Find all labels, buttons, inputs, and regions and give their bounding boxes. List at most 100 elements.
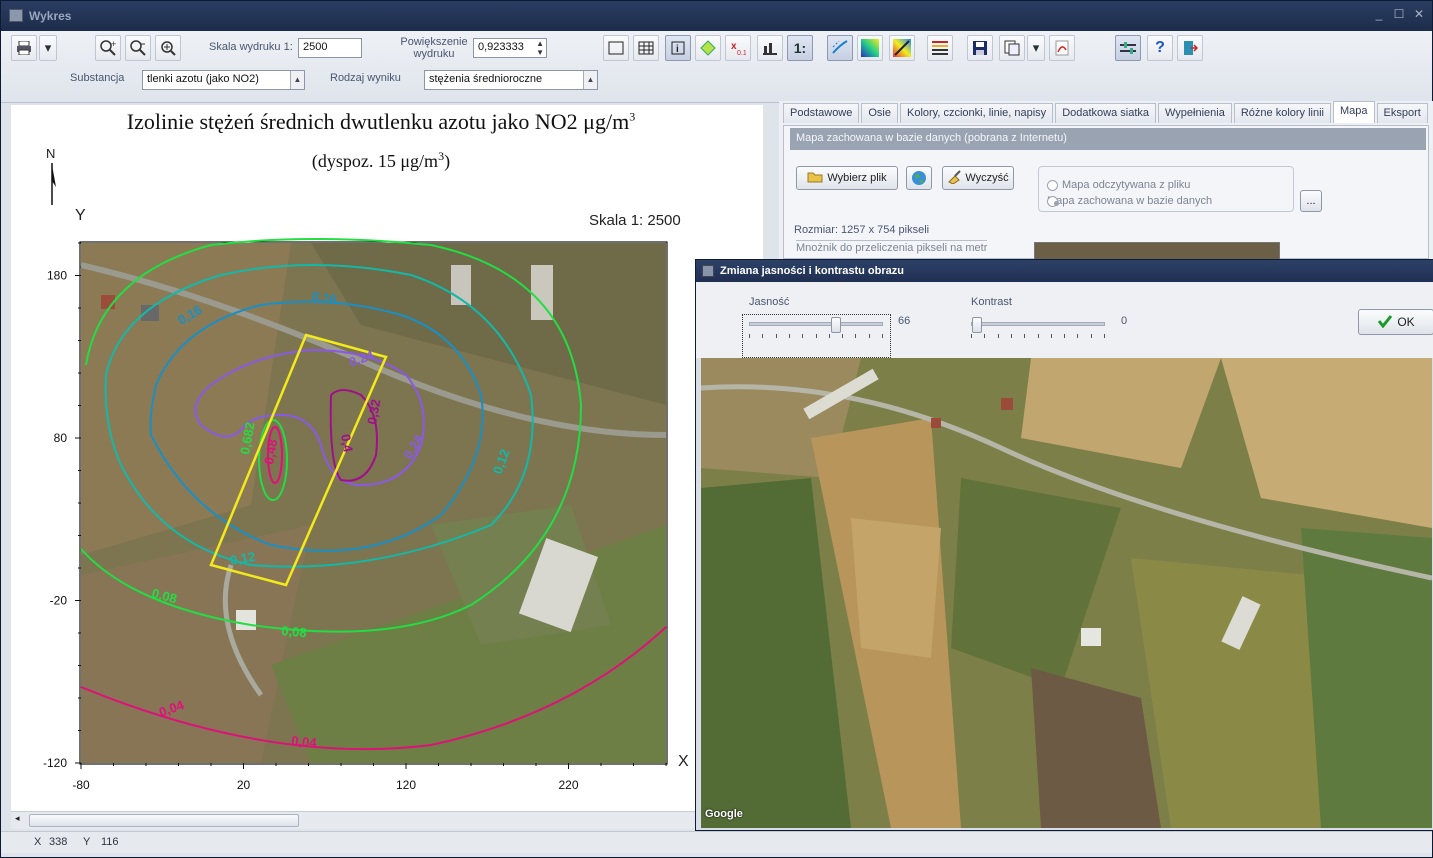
tab-kolory-czcionki-linie-napisy[interactable]: Kolory, czcionki, linie, napisy (900, 103, 1054, 123)
choose-file-button[interactable]: Wybierz plik (796, 166, 898, 190)
substancja-select[interactable]: tlenki azotu (jako NO2) ▲ (142, 70, 305, 90)
isoline-label: 0,08 (281, 623, 308, 640)
scrollbar-thumb[interactable] (29, 814, 299, 827)
dialog-controls: Jasność 66 Kontrast 0 OK (696, 282, 1433, 358)
dialog-title-bar[interactable]: Zmiana jasności i kontrastu obrazu (696, 260, 1433, 282)
contour-chart[interactable]: -80 20 120 22018080-20-120 0,040,080,120,16… (11, 105, 763, 811)
slider-tick (816, 334, 817, 338)
zoom-in-icon[interactable]: + (95, 35, 121, 61)
max-value-icon[interactable]: x0.12 (725, 35, 751, 61)
frame-icon[interactable] (603, 35, 629, 61)
settings-panel: Podstawowe Osie Kolory, czcionki, linie, n… (779, 101, 1433, 261)
checkmark-icon (1377, 314, 1393, 331)
zoom-out-icon[interactable] (125, 35, 151, 61)
horizontal-scrollbar[interactable]: ◂ (11, 811, 763, 829)
main-window: Wykres _ ☐ ✕ ▾ + Skala wydruku 1: 2500 P… (0, 0, 1433, 858)
contrast-slider-thumb[interactable] (972, 317, 982, 333)
fill-lines-icon[interactable] (889, 35, 915, 61)
fill-gradient-icon[interactable] (857, 35, 883, 61)
multiplier-label: Mnożnik do przeliczenia pikseli na metr (796, 240, 988, 254)
slider-tick (855, 334, 856, 338)
contrast-value: 0 (1121, 315, 1128, 327)
scroll-left-icon[interactable]: ◂ (15, 813, 20, 824)
emitter-icon[interactable] (757, 35, 783, 61)
status-y-label: Y (83, 836, 91, 848)
radio-map-from-db[interactable]: Mapa zachowana w bazie danych (1047, 195, 1212, 207)
tab-wype-nienia[interactable]: Wypełnienia (1158, 103, 1232, 123)
save-icon[interactable] (967, 35, 993, 61)
copy-menu-chevron-down-icon[interactable]: ▾ (1027, 35, 1045, 61)
radio-selected-icon (1047, 195, 1058, 207)
grid-icon[interactable] (633, 35, 659, 61)
rodzaj-select[interactable]: stężenia średnioroczne ▲ (424, 70, 598, 90)
legend-icon[interactable] (927, 35, 953, 61)
pdf-icon[interactable] (1049, 35, 1075, 61)
clear-button[interactable]: Wyczyść (942, 166, 1014, 190)
help-icon[interactable]: ? (1147, 35, 1173, 61)
chevron-down-icon: ▲ (290, 71, 304, 89)
tab-podstawowe[interactable]: Podstawowe (783, 103, 860, 123)
x-tick-label: 120 (396, 778, 416, 792)
brightness-contrast-dialog: Zmiana jasności i kontrastu obrazu Jasno… (695, 259, 1433, 831)
contour-labels-icon[interactable] (695, 35, 721, 61)
slider-tick (842, 334, 843, 338)
ok-button[interactable]: OK (1358, 309, 1433, 335)
exit-icon[interactable] (1177, 35, 1203, 61)
print-menu-chevron-down-icon[interactable]: ▾ (39, 35, 57, 61)
y-tick-label: -20 (50, 594, 68, 608)
x-tick-label: 20 (237, 778, 251, 792)
radio-map-from-file[interactable]: Mapa odczytywana z pliku (1047, 179, 1190, 191)
contrast-label: Kontrast (971, 296, 1012, 308)
slider-tick (1051, 334, 1052, 338)
maximize-button[interactable]: ☐ (1392, 7, 1406, 21)
clear-label: Wyczyść (965, 172, 1009, 184)
tab-osie[interactable]: Osie (861, 103, 898, 123)
slider-tick (789, 334, 790, 338)
slider-tick (869, 334, 870, 338)
ok-label: OK (1397, 315, 1415, 329)
aerial-map-background (80, 243, 667, 763)
copy-icon[interactable] (999, 35, 1025, 61)
slider-tick (1104, 334, 1105, 338)
stepper-arrows-icon[interactable]: ▲ ▼ (536, 39, 544, 57)
browse-button[interactable]: ... (1300, 190, 1322, 212)
title-bar[interactable]: Wykres _ ☐ ✕ (1, 1, 1432, 31)
contrast-ticks (971, 334, 1105, 340)
settings-tools-icon[interactable] (1115, 35, 1141, 61)
skala-input[interactable]: 2500 (298, 38, 362, 58)
rodzaj-value: stężenia średnioroczne (429, 73, 543, 85)
close-button[interactable]: ✕ (1412, 7, 1426, 21)
tab-dodatkowa-siatka[interactable]: Dodatkowa siatka (1055, 103, 1157, 123)
isoline-label: 0,04 (291, 733, 318, 750)
slider-tick (1024, 334, 1025, 338)
svg-text:+: + (111, 40, 116, 49)
globe-button[interactable] (906, 166, 932, 190)
substancja-label: Substancja (70, 72, 125, 84)
printer-icon[interactable] (11, 35, 37, 61)
toolbar: ▾ + Skala wydruku 1: 2500 Powiększenie w… (1, 31, 1432, 103)
size-text: Rozmiar: 1257 x 754 pikseli (794, 224, 930, 236)
tab-mapa-content: Mapa zachowana w bazie danych (pobrana z… (783, 125, 1429, 260)
tab-r-ne-kolory-linii[interactable]: Różne kolory linii (1233, 103, 1331, 123)
choose-file-label: Wybierz plik (827, 172, 887, 184)
zoom-fit-icon[interactable] (155, 35, 181, 61)
plot-panel[interactable]: Izolinie stężeń średnich dwutlenku azotu… (11, 105, 763, 811)
chevron-down-icon: ▲ (583, 71, 597, 89)
tab-eksport[interactable]: Eksport (1376, 103, 1428, 123)
brightness-slider-thumb[interactable] (831, 317, 841, 333)
slider-tick (1091, 334, 1092, 338)
brightness-slider[interactable] (749, 317, 883, 333)
multiplier-text: Mnożnik do przeliczenia pikseli na metr (796, 240, 988, 254)
slider-tick (984, 334, 985, 338)
tab-mapa[interactable]: Mapa (1333, 101, 1375, 123)
brightness-value: 66 (898, 315, 911, 327)
powiekszenie-stepper[interactable]: 0,923333 ▲ ▼ (473, 38, 547, 58)
contrast-slider[interactable] (971, 317, 1105, 333)
info-icon[interactable]: i (665, 35, 691, 61)
aerial-photo-preview: Google (701, 358, 1432, 828)
dialog-title: Zmiana jasności i kontrastu obrazu (720, 265, 904, 277)
scale-button[interactable]: 1: (787, 35, 813, 61)
isolines-icon[interactable] (827, 35, 853, 61)
y-tick-label: -120 (43, 756, 67, 770)
minimize-button[interactable]: _ (1372, 7, 1386, 21)
